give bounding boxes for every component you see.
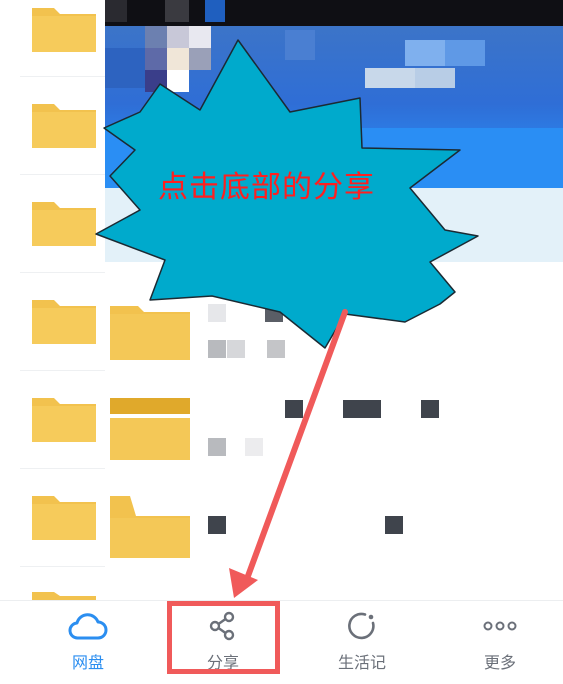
folder-icon[interactable] xyxy=(32,490,96,540)
blurred-text xyxy=(285,400,303,418)
pixel-block xyxy=(145,48,167,70)
tab-shenghuoji[interactable]: 生活记 xyxy=(302,611,422,681)
pixel-block xyxy=(167,26,189,48)
list-item[interactable] xyxy=(105,380,563,478)
pixel-block xyxy=(167,48,189,70)
share-highlight-box xyxy=(167,601,280,674)
list-item[interactable] xyxy=(105,282,563,380)
left-folder-column xyxy=(0,0,105,602)
folder-icon[interactable] xyxy=(32,392,96,442)
pixel-block xyxy=(189,48,211,70)
more-dots-icon xyxy=(483,621,517,631)
folder-icon xyxy=(110,398,190,460)
pixel-block xyxy=(405,40,445,66)
blurred-text xyxy=(208,438,226,456)
blurred-text xyxy=(227,340,245,358)
tab-more[interactable]: 更多 xyxy=(440,611,560,681)
pixel-block xyxy=(105,0,127,22)
pixel-block xyxy=(145,70,167,92)
tab-label: 更多 xyxy=(483,653,516,672)
divider xyxy=(20,566,105,567)
pixel-block xyxy=(105,48,145,88)
bottom-tab-bar: 网盘 分享 生活记 更多 xyxy=(0,600,563,684)
tab-label: 网盘 xyxy=(71,653,104,672)
blurred-text xyxy=(208,304,226,322)
pixel-block xyxy=(205,0,225,22)
blurred-text xyxy=(421,400,439,418)
blurred-text xyxy=(385,516,403,534)
folder-icon xyxy=(110,306,190,360)
cloud-icon xyxy=(68,613,108,640)
folder-icon[interactable] xyxy=(32,294,96,344)
blurred-text xyxy=(245,438,263,456)
folder-icon[interactable] xyxy=(32,196,96,246)
divider xyxy=(20,370,105,371)
pixel-block xyxy=(365,68,415,88)
pixel-block xyxy=(285,30,315,60)
folder-icon[interactable] xyxy=(32,2,96,52)
blurred-text xyxy=(267,340,285,358)
divider xyxy=(20,468,105,469)
blurred-text xyxy=(208,340,226,358)
list-item[interactable] xyxy=(105,478,563,576)
divider xyxy=(20,76,105,77)
pixel-block xyxy=(165,0,189,22)
tab-wangpan[interactable]: 网盘 xyxy=(28,611,148,681)
blurred-text xyxy=(208,516,226,534)
callout-text: 点击底部的分享 xyxy=(158,170,375,205)
pixel-block xyxy=(145,26,167,48)
divider xyxy=(20,174,105,175)
pixel-block xyxy=(167,70,189,92)
pixel-block xyxy=(445,40,485,66)
blurred-text xyxy=(265,304,283,322)
tab-label: 生活记 xyxy=(337,653,386,672)
folder-icon xyxy=(110,496,190,558)
divider xyxy=(20,272,105,273)
folder-icon[interactable] xyxy=(32,98,96,148)
pixel-block xyxy=(415,68,455,88)
pixel-block xyxy=(189,26,211,48)
blurred-text xyxy=(343,400,381,418)
blurred-banner-image[interactable] xyxy=(105,0,563,262)
refresh-circle-icon xyxy=(348,612,375,640)
